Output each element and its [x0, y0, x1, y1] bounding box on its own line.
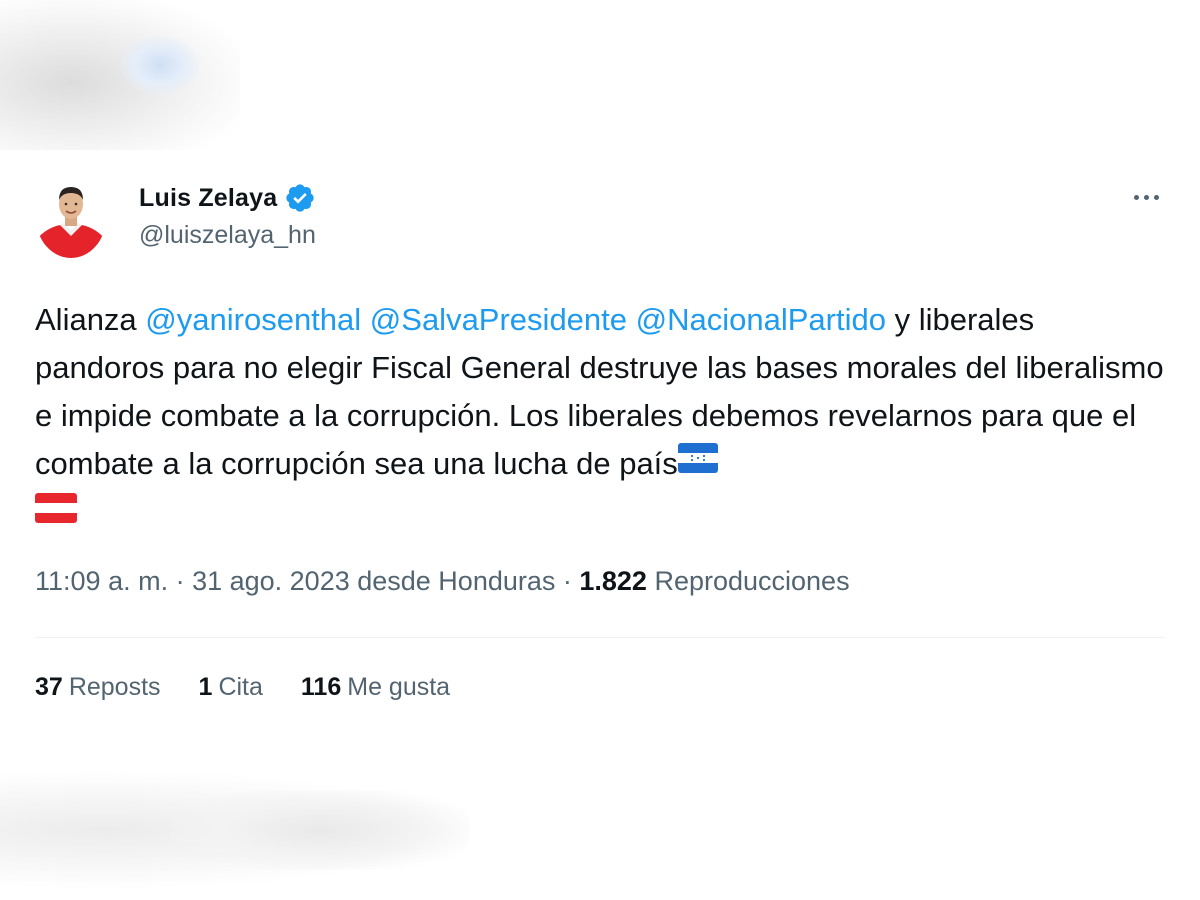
blurred-header-area [0, 0, 240, 150]
mention-link[interactable]: @SalvaPresidente [370, 302, 627, 337]
display-name[interactable]: Luis Zelaya [139, 184, 277, 213]
views-count: 1.822 [579, 566, 647, 596]
author-name-row[interactable]: Luis Zelaya [139, 180, 316, 216]
meta-separator: · [168, 566, 193, 596]
reposts-stat[interactable]: 37 Reposts [35, 673, 161, 702]
likes-label: Me gusta [347, 673, 451, 701]
honduras-flag-icon [677, 439, 718, 487]
reposts-count: 37 [35, 673, 63, 701]
divider [35, 637, 1165, 638]
likes-stat[interactable]: 116 Me gusta [301, 673, 450, 702]
blurred-footer-accent [170, 790, 470, 870]
more-options-icon[interactable] [1128, 182, 1164, 212]
tweet-meta: 11:09 a. m. · 31 ago. 2023 desde Hondura… [35, 566, 850, 597]
tweet-time[interactable]: 11:09 a. m. [35, 566, 168, 596]
tweet-text-prefix: Alianza [35, 302, 146, 337]
likes-count: 116 [300, 673, 342, 701]
verified-badge-icon[interactable] [284, 182, 316, 214]
reposts-label: Reposts [68, 673, 161, 701]
tweet-text: Alianza @yanirosenthal @SalvaPresidente … [35, 296, 1165, 540]
blurred-header-accent [120, 35, 200, 95]
tweet-location: desde Honduras [349, 566, 556, 596]
mention-link[interactable]: @NacionalPartido [636, 302, 886, 337]
quotes-stat[interactable]: 1 Cita [199, 673, 263, 702]
meta-separator: · [555, 566, 580, 596]
tweet-date[interactable]: 31 ago. 2023 [192, 566, 350, 596]
views-label: Reproducciones [646, 566, 850, 596]
author-handle[interactable]: @luiszelaya_hn [139, 221, 316, 250]
avatar[interactable] [36, 178, 106, 258]
quotes-label: Cita [218, 673, 263, 701]
quotes-count: 1 [198, 673, 213, 701]
red-white-flag-icon [35, 489, 77, 537]
mention-link[interactable]: @yanirosenthal [145, 302, 361, 337]
page: Luis Zelaya @luiszelaya_hn Alianza @yani… [0, 0, 1200, 900]
engagement-stats: 37 Reposts 1 Cita 116 Me gusta [35, 673, 450, 702]
